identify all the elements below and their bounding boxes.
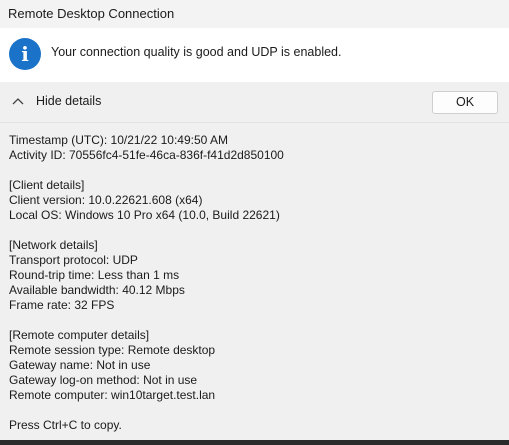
round-trip-time-line: Round-trip time: Less than 1 ms xyxy=(9,268,180,282)
hide-details-label: Hide details xyxy=(36,94,102,108)
status-banner: i Your connection quality is good and UD… xyxy=(0,28,509,82)
info-icon: i xyxy=(9,38,41,70)
title-bar: Remote Desktop Connection xyxy=(0,0,509,28)
session-type-line: Remote session type: Remote desktop xyxy=(9,343,216,357)
local-os-line: Local OS: Windows 10 Pro x64 (10.0, Buil… xyxy=(9,208,280,222)
copy-hint-line: Press Ctrl+C to copy. xyxy=(9,418,122,432)
details-bar: Hide details OK xyxy=(0,82,509,123)
chevron-up-icon xyxy=(12,98,24,105)
taskbar-edge xyxy=(0,440,509,445)
timestamp-line: Timestamp (UTC): 10/21/22 10:49:50 AM xyxy=(9,133,228,147)
transport-protocol-line: Transport protocol: UDP xyxy=(9,253,138,267)
client-version-line: Client version: 10.0.22621.608 (x64) xyxy=(9,193,203,207)
hide-details-toggle[interactable]: Hide details xyxy=(6,88,116,114)
gateway-name-line: Gateway name: Not in use xyxy=(9,358,151,372)
bandwidth-line: Available bandwidth: 40.12 Mbps xyxy=(9,283,185,297)
ok-button[interactable]: OK xyxy=(432,91,498,114)
window-title: Remote Desktop Connection xyxy=(8,6,175,21)
activity-id-line: Activity ID: 70556fc4-51fe-46ca-836f-f41… xyxy=(9,148,284,162)
gateway-logon-line: Gateway log-on method: Not in use xyxy=(9,373,198,387)
remote-details-header: [Remote computer details] xyxy=(9,328,150,342)
client-details-header: [Client details] xyxy=(9,178,85,192)
connection-quality-message: Your connection quality is good and UDP … xyxy=(51,45,342,59)
remote-computer-line: Remote computer: win10target.test.lan xyxy=(9,388,216,402)
network-details-header: [Network details] xyxy=(9,238,98,252)
frame-rate-line: Frame rate: 32 FPS xyxy=(9,298,115,312)
connection-details-text[interactable]: Timestamp (UTC): 10/21/22 10:49:50 AM Ac… xyxy=(9,133,499,433)
